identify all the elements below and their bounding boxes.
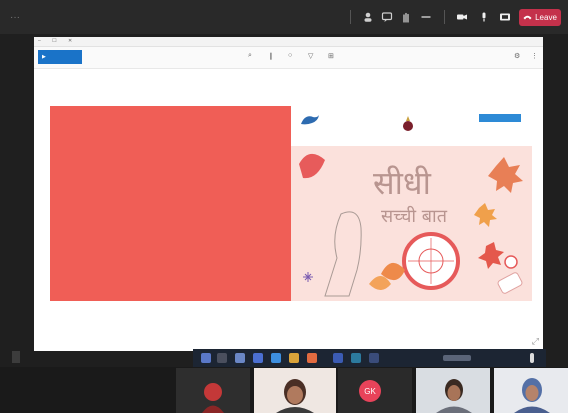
phone-icon — [523, 13, 532, 22]
toolbar-separator — [444, 10, 445, 24]
emblem-icon — [403, 116, 413, 131]
back-icon[interactable]: ··· — [0, 0, 30, 34]
edge-icon[interactable] — [271, 353, 281, 363]
shared-screen: – ☐ ✕ ▶ ⌕ ❙ ○ ▽ ⊞ ⚙ ⋮ सीधी सच्ची बात ⤢ — [34, 37, 543, 351]
teams-meeting-window: ··· Leave – ☐ ✕ ▶ ⌕ ❙ ○ ▽ ⊞ ⚙ ⋮ सीधी सच्… — [0, 0, 568, 413]
participant-tile[interactable]: GK — [338, 368, 412, 413]
more-icon[interactable] — [420, 11, 432, 23]
leave-button[interactable]: Leave — [519, 9, 561, 26]
participant-video — [416, 368, 490, 413]
people-icon[interactable] — [362, 11, 374, 23]
slide-header-strip — [291, 106, 532, 146]
start-icon[interactable] — [201, 353, 211, 363]
chrome-icon[interactable] — [289, 353, 299, 363]
slide-canvas: सीधी सच्ची बात ⤢ — [34, 70, 543, 351]
participant-video — [202, 383, 224, 413]
toolbar-separator — [350, 10, 351, 24]
logo-tag — [479, 114, 521, 122]
window-controls[interactable]: – ☐ ✕ — [38, 38, 539, 44]
ppt-ribbon: ▶ ⌕ ❙ ○ ▽ ⊞ ⚙ ⋮ — [34, 47, 543, 69]
settings-icon[interactable]: ⚙ — [514, 52, 520, 60]
notification-icon[interactable] — [530, 353, 534, 363]
share-icon[interactable] — [499, 11, 511, 23]
red-placeholder-block — [50, 106, 291, 301]
teams-icon[interactable] — [253, 353, 263, 363]
mic-icon[interactable] — [478, 11, 490, 23]
pin-icon[interactable]: ❙ — [268, 52, 274, 60]
folder-icon[interactable] — [307, 353, 317, 363]
more-icon[interactable]: ⋮ — [531, 52, 538, 60]
expand-icon[interactable]: ⤢ — [532, 336, 539, 347]
presenter-label — [12, 351, 20, 363]
participant-tile[interactable] — [254, 368, 336, 413]
hindi-title-line1: सीधी — [373, 164, 431, 202]
camera-icon[interactable] — [456, 11, 468, 23]
raise-hand-icon[interactable] — [400, 11, 412, 23]
participant-avatar: GK — [359, 380, 381, 402]
taskview-icon[interactable] — [217, 353, 227, 363]
app-icon[interactable] — [369, 353, 379, 363]
bird-logo-icon — [301, 115, 319, 125]
participant-video — [254, 368, 336, 413]
window-title-bar: – ☐ ✕ — [34, 37, 543, 47]
present-button[interactable]: ▶ — [38, 50, 82, 64]
word-icon[interactable] — [333, 353, 343, 363]
windows-taskbar — [193, 349, 546, 367]
participant-tile[interactable] — [416, 368, 490, 413]
play-icon: ▶ — [42, 54, 46, 60]
filter-icon[interactable]: ▽ — [308, 52, 313, 60]
system-tray-icons[interactable] — [443, 355, 471, 361]
participant-tile[interactable] — [494, 368, 568, 413]
chat-icon[interactable] — [381, 11, 393, 23]
app-icon[interactable] — [235, 353, 245, 363]
leave-label: Leave — [535, 13, 557, 22]
search-icon[interactable]: ⌕ — [248, 52, 252, 60]
meeting-toolbar: ··· Leave — [0, 0, 568, 34]
hindi-title-line2: सच्ची बात — [381, 206, 447, 227]
app-icon[interactable] — [351, 353, 361, 363]
slide-artwork: सीधी सच्ची बात — [291, 106, 532, 301]
circle-icon[interactable]: ○ — [288, 52, 292, 59]
participant-video — [494, 368, 568, 413]
participant-tile[interactable] — [176, 368, 250, 413]
grid-icon[interactable]: ⊞ — [328, 52, 334, 60]
